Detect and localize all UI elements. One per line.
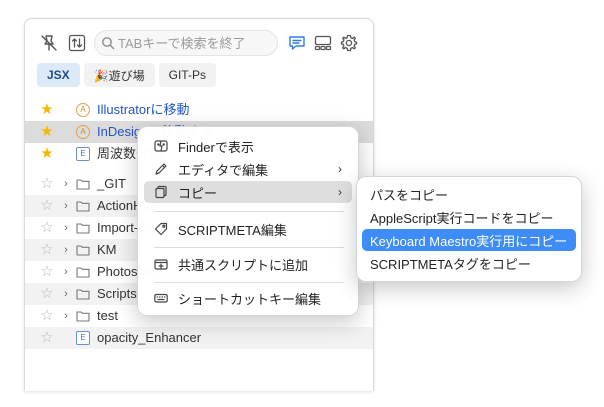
search-input[interactable] bbox=[118, 35, 268, 51]
submenu-item-copy-scriptmeta-tag[interactable]: SCRIPTMETAタグをコピー bbox=[362, 252, 576, 274]
menu-item-label: 共通スクリプトに追加 bbox=[178, 257, 309, 273]
menu-item-label: エディタで編集 bbox=[178, 162, 269, 178]
script-file-icon: E bbox=[76, 147, 90, 161]
submenu-item-copy-applescript[interactable]: AppleScript実行コードをコピー bbox=[362, 206, 576, 228]
star-icon[interactable]: ★ bbox=[39, 121, 55, 143]
pin-off-icon[interactable] bbox=[39, 33, 59, 53]
finder-icon bbox=[154, 139, 168, 153]
menu-item-add-to-shared[interactable]: 共通スクリプトに追加 bbox=[144, 253, 352, 275]
keyboard-icon bbox=[154, 291, 168, 305]
folder-icon bbox=[76, 309, 90, 323]
submenu-item-copy-path[interactable]: パスをコピー bbox=[362, 183, 576, 205]
star-icon[interactable]: ★ bbox=[39, 143, 55, 165]
star-outline-icon[interactable]: ☆ bbox=[39, 217, 55, 239]
search-field[interactable] bbox=[94, 30, 278, 56]
submenu-item-label: SCRIPTMETAタグをコピー bbox=[370, 256, 531, 272]
star-icon[interactable]: ★ bbox=[39, 99, 55, 121]
menu-divider bbox=[154, 247, 344, 248]
script-file-icon: E bbox=[76, 331, 90, 345]
chevron-right-icon: › bbox=[338, 162, 342, 176]
edit-icon bbox=[154, 162, 168, 176]
menu-item-label: ショートカットキー編集 bbox=[178, 291, 322, 307]
tab-bar: JSX 🎉遊び場 GIT-Ps bbox=[37, 63, 216, 87]
chevron-right-icon[interactable]: › bbox=[61, 305, 71, 327]
menu-item-edit-shortcut[interactable]: ショートカットキー編集 bbox=[144, 287, 352, 309]
chevron-right-icon[interactable]: › bbox=[61, 261, 71, 283]
menu-divider bbox=[154, 211, 344, 212]
star-outline-icon[interactable]: ☆ bbox=[39, 239, 55, 261]
list-item[interactable]: ☆ E opacity_Enhancer bbox=[25, 327, 373, 349]
chevron-right-icon[interactable]: › bbox=[61, 283, 71, 305]
layout-icon[interactable] bbox=[313, 33, 333, 53]
star-outline-icon[interactable]: ☆ bbox=[39, 195, 55, 217]
chevron-right-icon[interactable]: › bbox=[61, 239, 71, 261]
copy-submenu: パスをコピー AppleScript実行コードをコピー Keyboard Mae… bbox=[356, 176, 582, 282]
menu-item-label: コピー bbox=[178, 185, 218, 201]
list-item-label: Illustratorに移動 bbox=[97, 102, 190, 117]
list-item-label: opacity_Enhancer bbox=[97, 330, 202, 345]
star-outline-icon[interactable]: ☆ bbox=[39, 173, 55, 195]
submenu-item-label: AppleScript実行コードをコピー bbox=[370, 210, 554, 226]
tab-jsx[interactable]: JSX bbox=[37, 63, 80, 87]
tab-playground[interactable]: 🎉遊び場 bbox=[83, 63, 155, 87]
folder-icon bbox=[76, 221, 90, 235]
chevron-right-icon[interactable]: › bbox=[61, 217, 71, 239]
sort-icon[interactable] bbox=[67, 33, 87, 53]
folder-icon bbox=[76, 199, 90, 213]
star-outline-icon[interactable]: ☆ bbox=[39, 305, 55, 327]
action-icon: A bbox=[76, 103, 90, 117]
submenu-item-label: パスをコピー bbox=[370, 187, 449, 203]
comment-icon[interactable] bbox=[287, 33, 307, 53]
folder-icon bbox=[76, 177, 90, 191]
star-outline-icon[interactable]: ☆ bbox=[39, 283, 55, 305]
action-icon: A bbox=[76, 125, 90, 139]
submenu-item-copy-keyboard-maestro[interactable]: Keyboard Maestro実行用にコピー bbox=[362, 229, 576, 251]
list-item-label: test bbox=[97, 308, 118, 323]
list-item-label: Scripts bbox=[97, 286, 137, 301]
context-menu: Finderで表示 エディタで編集 › コピー › SCRIPTMETA編集 共… bbox=[137, 126, 359, 316]
list-item[interactable]: ★ A Illustratorに移動 bbox=[25, 99, 373, 121]
menu-item-edit-in-editor[interactable]: エディタで編集 › bbox=[144, 158, 352, 180]
folder-icon bbox=[76, 265, 90, 279]
menu-item-label: SCRIPTMETA編集 bbox=[178, 222, 287, 238]
chevron-right-icon[interactable]: › bbox=[61, 173, 71, 195]
menu-item-copy[interactable]: コピー › bbox=[144, 181, 352, 203]
copy-icon bbox=[154, 185, 168, 199]
menu-item-label: Finderで表示 bbox=[178, 139, 254, 155]
menu-item-edit-scriptmeta[interactable]: SCRIPTMETA編集 bbox=[144, 218, 352, 240]
list-item-label: _GIT bbox=[97, 176, 126, 191]
tag-icon bbox=[154, 222, 168, 236]
star-outline-icon[interactable]: ☆ bbox=[39, 261, 55, 283]
folder-icon bbox=[76, 287, 90, 301]
gear-icon[interactable] bbox=[339, 33, 359, 53]
tab-git-ps[interactable]: GIT-Ps bbox=[158, 63, 216, 87]
folder-icon bbox=[76, 243, 90, 257]
menu-item-show-in-finder[interactable]: Finderで表示 bbox=[144, 135, 352, 157]
list-item-label: KM bbox=[97, 242, 117, 257]
chevron-right-icon[interactable]: › bbox=[61, 195, 71, 217]
chevron-right-icon: › bbox=[338, 185, 342, 199]
star-outline-icon[interactable]: ☆ bbox=[39, 327, 55, 349]
menu-divider bbox=[154, 282, 344, 283]
add-shared-icon bbox=[154, 257, 168, 271]
search-icon bbox=[102, 37, 115, 50]
submenu-item-label: Keyboard Maestro実行用にコピー bbox=[370, 233, 568, 249]
canvas: JSX 🎉遊び場 GIT-Ps ★ A Illustratorに移動 ★ A I… bbox=[0, 0, 604, 407]
toolbar bbox=[25, 19, 373, 67]
